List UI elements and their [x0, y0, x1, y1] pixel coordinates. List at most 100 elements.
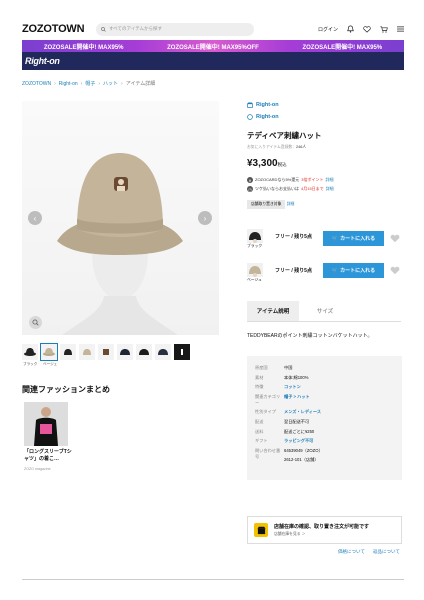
heart-icon[interactable] [363, 25, 371, 33]
next-image-button[interactable]: › [198, 211, 212, 225]
sale-banner-text: ZOZOSALE開催中! MAX95% [43, 44, 124, 51]
hat-thumbnail [174, 344, 190, 360]
hat-on-mannequin-image [57, 153, 183, 335]
thumbnail[interactable] [117, 344, 133, 360]
coordinate-image[interactable] [24, 402, 68, 446]
login-link[interactable]: ログイン [318, 26, 338, 33]
variant-image [247, 229, 263, 243]
chevron-left-icon: ‹ [33, 213, 37, 223]
price-info-link[interactable]: 価格について [338, 549, 365, 555]
variant-size: フリー / 残り5点 [275, 267, 312, 274]
thumbnail[interactable] [98, 344, 114, 360]
spec-row: 配送 翌日配送不可 [255, 419, 394, 429]
tsukebarai-info: ◷ ツケ払いならお支払いは 4月15日まで 詳細 [247, 186, 334, 192]
black-hat-thumbnail [24, 348, 36, 356]
spec-link[interactable]: ラッピング不可 [284, 438, 394, 444]
spec-table: 原産国 中国 素材 本体:綿100% 特徴 コットン 関連カテゴリー 帽子 > ハット … [247, 356, 402, 480]
point-detail-link[interactable]: 詳細 [326, 186, 334, 192]
breadcrumb-item[interactable]: 帽子 [85, 80, 95, 87]
thumbnail[interactable] [60, 344, 76, 360]
favorite-heart-icon[interactable] [390, 266, 400, 275]
spec-link[interactable]: メンズ・レディース [284, 409, 394, 415]
bell-icon[interactable] [347, 25, 354, 33]
favorite-heart-icon[interactable] [390, 234, 400, 243]
spec-row: ギフト ラッピング不可 [255, 438, 394, 448]
shop-name: Right-on [256, 114, 279, 120]
chevron-right-icon: › [203, 213, 207, 223]
reserve-tag: 店舗取り置き対象 詳細 [247, 200, 294, 209]
spec-row: 特徴 コットン [255, 384, 394, 394]
spec-row: 原産国 中国 [255, 365, 394, 375]
search-placeholder: すべてのアイテムから探す [109, 26, 163, 31]
variant-color: ブラック [247, 244, 263, 248]
point-strong: 3倍ポイント [301, 177, 324, 182]
thumbnail[interactable] [22, 344, 38, 360]
store-title: 店舗在庫の確認、取り置き注文が可能です [274, 524, 370, 530]
price-tax: 税込 [277, 162, 287, 167]
coordinate-title[interactable]: 「ロングスリーブTシャツ」の着こ… [24, 449, 72, 463]
favorite-count-value: 246人 [295, 145, 307, 149]
header: ZOZOTOWN すべてのアイテムから探す ログイン [22, 18, 404, 40]
add-to-cart-button[interactable]: 🛒 カートに入れる [323, 263, 384, 278]
menu-icon[interactable] [397, 26, 404, 32]
thumbnail[interactable] [79, 344, 95, 360]
thumbnail[interactable] [174, 344, 190, 360]
tab-description[interactable]: アイテム説明 [247, 301, 299, 321]
shop-link[interactable]: Right-on [247, 114, 279, 120]
product-title: テディベア刺繍ハット [247, 131, 322, 140]
cart-icon[interactable] [380, 26, 388, 33]
brand-link[interactable]: Right-on [247, 102, 279, 108]
chevron-right-icon: › [80, 80, 83, 87]
cart-icon: 🛒 [331, 267, 339, 274]
point-strong: 4月15日まで [301, 186, 324, 191]
spec-value: 本体:綿100% [284, 374, 309, 380]
reserve-detail-link[interactable]: 詳細 [287, 202, 295, 206]
thumbnail[interactable] [155, 344, 171, 360]
spec-link[interactable]: コットン [284, 384, 394, 390]
zoom-button[interactable] [29, 316, 42, 329]
hat-thumbnail [139, 349, 149, 355]
add-to-cart-label: カートに入れる [340, 236, 376, 242]
hat-thumbnail [158, 349, 168, 355]
footer-divider [22, 579, 404, 580]
spec-key: 原産国 [255, 365, 268, 370]
chevron-right-icon: › [98, 80, 101, 87]
shop-logo[interactable]: Right-on [25, 56, 60, 66]
point-detail-link[interactable]: 詳細 [325, 177, 333, 183]
variant-size: フリー / 残り5点 [275, 233, 312, 240]
spec-row: 送料 配送ごとに¥250 [255, 429, 394, 439]
breadcrumb-item[interactable]: ハット [103, 80, 118, 87]
clock-icon: ◷ [247, 186, 253, 192]
store-link[interactable]: 店舗在庫を見る ＞ [274, 532, 369, 537]
breadcrumb-item[interactable]: Right-on [59, 81, 78, 87]
zozotown-logo[interactable]: ZOZOTOWN [22, 23, 92, 35]
return-info-link[interactable]: 返品について [373, 549, 400, 555]
spec-row: 関連カテゴリー 帽子 > ハット [255, 394, 394, 405]
search-input[interactable]: すべてのアイテムから探す [96, 22, 254, 36]
spec-value: 2612-101（店舗） [284, 457, 319, 463]
add-to-cart-button[interactable]: 🛒 カートに入れる [323, 231, 384, 246]
store-stock-box[interactable]: 店舗在庫の確認、取り置き注文が可能です 店舗在庫を見る ＞ [247, 516, 402, 544]
product-main-image[interactable] [22, 101, 219, 335]
spec-row: 問い合わせ番号 64539049（ZOZO） [255, 448, 394, 459]
product-description: TEDDYBEARのポイント刺繍コットンバケットハット。 [247, 333, 373, 339]
shop-bar: Right-on [22, 52, 404, 70]
prev-image-button[interactable]: ‹ [28, 211, 42, 225]
breadcrumb-item[interactable]: ZOZOTOWN [22, 81, 51, 87]
thumbnail[interactable] [136, 344, 152, 360]
spec-key: 特徴 [255, 384, 264, 390]
thumbnail[interactable] [40, 343, 58, 361]
tag-icon [247, 114, 253, 120]
spec-link[interactable]: 帽子 > ハット [284, 394, 394, 400]
variant-color: ベージュ [247, 278, 262, 282]
chevron-right-icon: › [54, 80, 56, 87]
spec-value: 中国 [284, 365, 293, 370]
breadcrumb-current: アイテム詳細 [125, 81, 156, 87]
tab-size[interactable]: サイズ [299, 301, 351, 321]
detail-tabs: アイテム説明 サイズ [247, 301, 401, 322]
thumbnail-label: ベージュ [43, 362, 58, 366]
spec-key: 配送 [255, 418, 264, 424]
sale-banner[interactable]: ZOZOSALE開催中! MAX95% ZOZOSALE開催中! MAX95%O… [22, 40, 404, 52]
point-label: ツケ払いならお支払いは [255, 186, 299, 191]
black-hat-image [249, 232, 261, 243]
